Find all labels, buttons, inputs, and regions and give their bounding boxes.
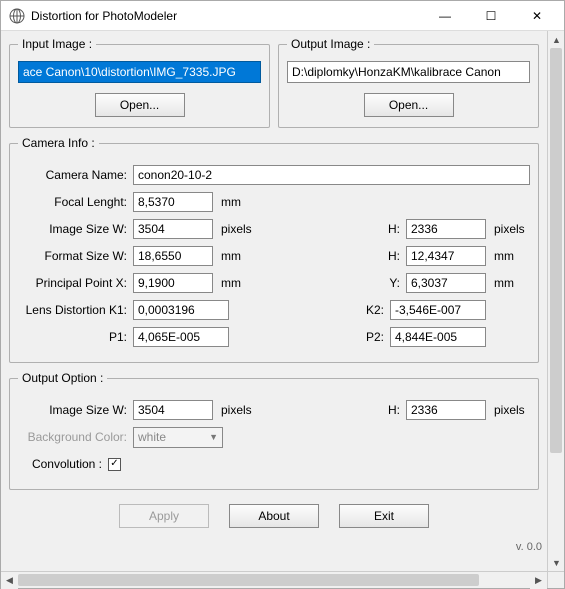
principal-y-label: Y: bbox=[376, 276, 406, 290]
principal-x-label: Principal Point X: bbox=[18, 276, 133, 290]
minimize-icon: — bbox=[439, 9, 451, 23]
output-image-group: Output Image : D:\diplomky\HonzaKM\kalib… bbox=[278, 37, 539, 128]
k2-field[interactable] bbox=[390, 300, 486, 320]
apply-button: Apply bbox=[119, 504, 209, 528]
p1-label: P1: bbox=[18, 330, 133, 344]
output-open-label: Open... bbox=[389, 98, 428, 112]
input-open-button[interactable]: Open... bbox=[95, 93, 185, 117]
out-image-width-unit: pixels bbox=[213, 403, 257, 417]
format-height-unit: mm bbox=[486, 249, 530, 263]
focal-length-label: Focal Lenght: bbox=[18, 195, 133, 209]
format-height-label: H: bbox=[376, 249, 406, 263]
image-height-unit: pixels bbox=[486, 222, 530, 236]
principal-x-unit: mm bbox=[213, 276, 257, 290]
convolution-checkbox[interactable]: ✓ bbox=[108, 458, 121, 471]
input-image-path[interactable]: ace Canon\10\distortion\IMG_7335.JPG bbox=[18, 61, 261, 83]
focal-length-unit: mm bbox=[213, 195, 257, 209]
out-image-height-unit: pixels bbox=[486, 403, 530, 417]
out-image-height-label: H: bbox=[376, 403, 406, 417]
output-open-button[interactable]: Open... bbox=[364, 93, 454, 117]
output-option-legend: Output Option : bbox=[18, 371, 107, 385]
output-image-path-text: D:\diplomky\HonzaKM\kalibrace Canon bbox=[292, 65, 501, 79]
window-buttons: — ☐ ✕ bbox=[422, 1, 560, 31]
scroll-left-icon[interactable]: ◀ bbox=[1, 572, 18, 589]
format-width-label: Format Size W: bbox=[18, 249, 133, 263]
k2-label: K2: bbox=[360, 303, 390, 317]
format-width-field[interactable] bbox=[133, 246, 213, 266]
camera-info-legend: Camera Info : bbox=[18, 136, 99, 150]
close-button[interactable]: ✕ bbox=[514, 1, 560, 31]
output-image-legend: Output Image : bbox=[287, 37, 374, 51]
check-icon: ✓ bbox=[110, 459, 118, 469]
horizontal-scrollbar[interactable]: ◀ ▶ bbox=[1, 571, 547, 588]
camera-name-field[interactable] bbox=[133, 165, 530, 185]
input-image-legend: Input Image : bbox=[18, 37, 96, 51]
background-color-label: Background Color: bbox=[18, 430, 133, 444]
titlebar: Distortion for PhotoModeler — ☐ ✕ bbox=[1, 1, 564, 31]
background-color-value: white bbox=[138, 430, 166, 444]
image-width-field[interactable] bbox=[133, 219, 213, 239]
principal-x-field[interactable] bbox=[133, 273, 213, 293]
out-image-width-field[interactable] bbox=[133, 400, 213, 420]
about-button[interactable]: About bbox=[229, 504, 319, 528]
image-width-label: Image Size W: bbox=[18, 222, 133, 236]
format-height-field[interactable] bbox=[406, 246, 486, 266]
app-window: Distortion for PhotoModeler — ☐ ✕ Input … bbox=[0, 0, 565, 589]
p2-label: P2: bbox=[360, 330, 390, 344]
input-image-group: Input Image : ace Canon\10\distortion\IM… bbox=[9, 37, 270, 128]
exit-label: Exit bbox=[374, 509, 394, 523]
scroll-up-icon[interactable]: ▲ bbox=[548, 31, 564, 48]
hscroll-track[interactable] bbox=[18, 572, 530, 588]
output-option-group: Output Option : Image Size W: pixels H: … bbox=[9, 371, 539, 490]
input-open-label: Open... bbox=[120, 98, 159, 112]
vertical-scrollbar[interactable]: ▲ ▼ bbox=[547, 31, 564, 571]
format-width-unit: mm bbox=[213, 249, 257, 263]
hscroll-thumb[interactable] bbox=[18, 574, 479, 586]
focal-length-field[interactable] bbox=[133, 192, 213, 212]
k1-field[interactable] bbox=[133, 300, 229, 320]
out-image-width-label: Image Size W: bbox=[18, 403, 133, 417]
k1-label: Lens Distortion K1: bbox=[18, 303, 133, 317]
out-image-height-field[interactable] bbox=[406, 400, 486, 420]
client-area: Input Image : ace Canon\10\distortion\IM… bbox=[1, 31, 564, 571]
image-height-label: H: bbox=[376, 222, 406, 236]
principal-y-unit: mm bbox=[486, 276, 530, 290]
content-area: Input Image : ace Canon\10\distortion\IM… bbox=[1, 31, 547, 571]
image-width-unit: pixels bbox=[213, 222, 257, 236]
bottom-button-bar: Apply About Exit bbox=[9, 498, 539, 530]
about-label: About bbox=[258, 509, 289, 523]
background-color-combo: white ▼ bbox=[133, 427, 223, 448]
exit-button[interactable]: Exit bbox=[339, 504, 429, 528]
convolution-label: Convolution : bbox=[18, 457, 108, 471]
image-height-field[interactable] bbox=[406, 219, 486, 239]
chevron-down-icon: ▼ bbox=[209, 432, 218, 442]
app-icon bbox=[9, 8, 25, 24]
window-title: Distortion for PhotoModeler bbox=[31, 9, 422, 23]
close-icon: ✕ bbox=[532, 9, 542, 23]
camera-info-group: Camera Info : Camera Name: Focal Lenght:… bbox=[9, 136, 539, 363]
vscroll-track[interactable] bbox=[548, 48, 564, 554]
scroll-right-icon[interactable]: ▶ bbox=[530, 572, 547, 589]
principal-y-field[interactable] bbox=[406, 273, 486, 293]
p1-field[interactable] bbox=[133, 327, 229, 347]
resize-grip[interactable] bbox=[547, 571, 564, 588]
apply-label: Apply bbox=[149, 509, 179, 523]
vscroll-thumb[interactable] bbox=[550, 48, 562, 453]
camera-name-label: Camera Name: bbox=[18, 168, 133, 182]
maximize-button[interactable]: ☐ bbox=[468, 1, 514, 31]
maximize-icon: ☐ bbox=[486, 9, 497, 23]
version-text: v. 0.0 bbox=[516, 541, 542, 553]
input-image-path-text: ace Canon\10\distortion\IMG_7335.JPG bbox=[23, 65, 236, 79]
scroll-down-icon[interactable]: ▼ bbox=[548, 554, 564, 571]
p2-field[interactable] bbox=[390, 327, 486, 347]
minimize-button[interactable]: — bbox=[422, 1, 468, 31]
output-image-path[interactable]: D:\diplomky\HonzaKM\kalibrace Canon bbox=[287, 61, 530, 83]
